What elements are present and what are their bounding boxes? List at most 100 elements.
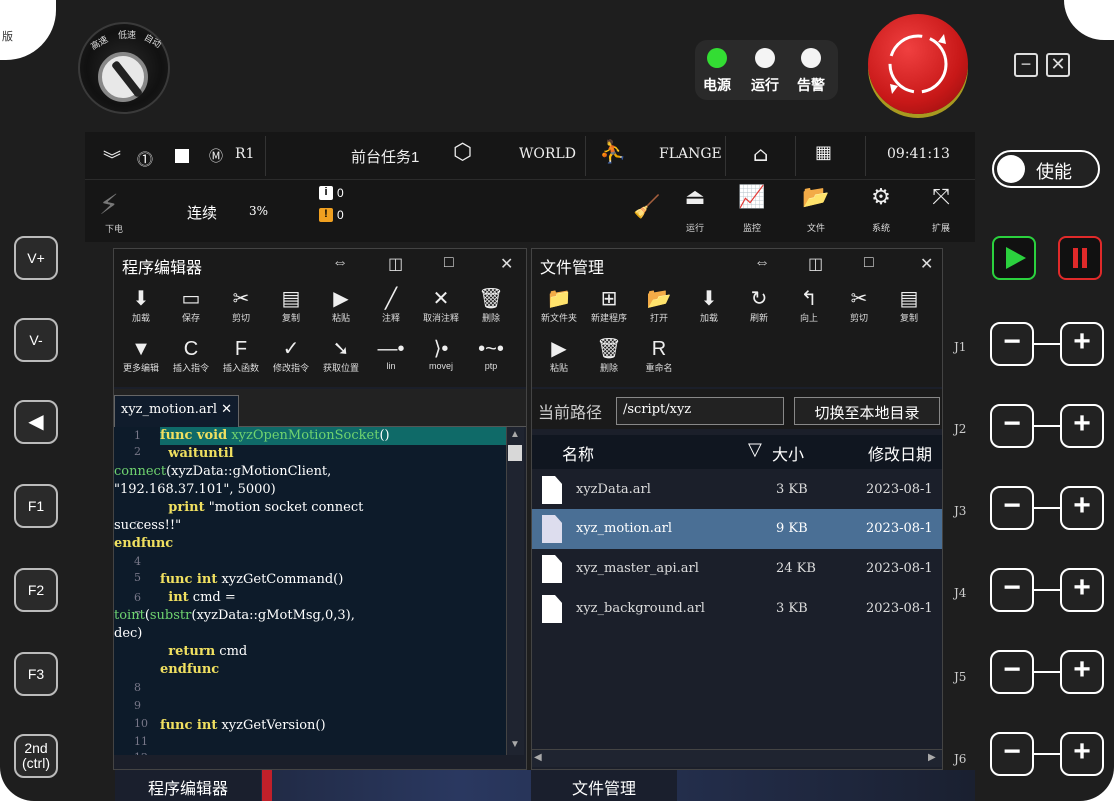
ptp-tool[interactable]: •~• ptp xyxy=(468,337,514,371)
comment-tool[interactable]: ╱ 注释 xyxy=(368,287,414,324)
uncomment-tool[interactable]: ✕ 取消注释 xyxy=(418,287,464,324)
run-program-icon[interactable]: ⏏ xyxy=(681,184,709,214)
editor-close-icon[interactable]: ✕ xyxy=(500,254,513,274)
column-name[interactable]: 名称 xyxy=(562,441,594,465)
sort-icon[interactable]: ▽ xyxy=(748,439,762,460)
second-ctrl-button[interactable]: 2nd (ctrl) xyxy=(14,734,58,778)
j6-minus-button[interactable]: − xyxy=(990,732,1034,776)
refresh-tool[interactable]: ↻ 刷新 xyxy=(736,287,782,324)
j6-plus-button[interactable]: + xyxy=(1060,732,1104,776)
tool-frame[interactable]: FLANGE xyxy=(659,146,722,162)
j5-plus-button[interactable]: + xyxy=(1060,650,1104,694)
pause-button[interactable] xyxy=(1058,236,1102,280)
toolbar-system-label[interactable]: 系统 xyxy=(861,221,901,234)
file-row[interactable]: xyzData.arl 3 KB 2023-08-1 xyxy=(532,470,942,510)
files-close-icon[interactable]: ✕ xyxy=(920,254,933,274)
run-button[interactable] xyxy=(992,236,1036,280)
lin-tool[interactable]: —• lin xyxy=(368,337,414,371)
scroll-down-icon[interactable]: ▼ xyxy=(508,739,522,753)
j4-plus-button[interactable]: + xyxy=(1060,568,1104,612)
coord-frame[interactable]: WORLD xyxy=(519,146,576,162)
folder-icon[interactable]: 📂 xyxy=(802,184,830,214)
files-split-icon[interactable]: ◫ xyxy=(808,254,823,274)
toolbar-extend-label[interactable]: 扩展 xyxy=(921,221,961,234)
speed-value[interactable]: 3% xyxy=(249,204,268,218)
speed-up-button[interactable]: V+ xyxy=(14,236,58,280)
emergency-stop-button[interactable] xyxy=(868,14,968,114)
editor-split-icon[interactable]: ◫ xyxy=(388,254,403,274)
task-name[interactable]: 前台任务1 xyxy=(351,146,419,167)
manual-icon[interactable]: Ⓜ xyxy=(209,146,223,166)
files-maximize-icon[interactable]: □ xyxy=(864,254,874,272)
load-tool[interactable]: ⬇ 加载 xyxy=(118,287,164,324)
files-swap-icon[interactable]: ⇔ xyxy=(754,254,770,272)
scroll-up-icon[interactable]: ▲ xyxy=(508,429,522,443)
connection-icon[interactable]: ⌂ xyxy=(753,142,768,166)
robot-name[interactable]: R1 xyxy=(235,146,254,162)
clean-icon[interactable]: 🧹 xyxy=(633,194,661,224)
editor-swap-icon[interactable]: ⇔ xyxy=(332,254,348,272)
collapse-icon[interactable]: ︾ xyxy=(103,146,121,172)
toolbar-monitor-label[interactable]: 监控 xyxy=(732,221,772,234)
get-position-tool[interactable]: ➘ 获取位置 xyxy=(318,337,364,374)
enable-toggle[interactable]: 使能 xyxy=(992,150,1100,188)
files-cut-tool[interactable]: ✂ 剪切 xyxy=(836,287,882,324)
scroll-thumb[interactable] xyxy=(508,445,522,461)
run-mode[interactable]: 连续 xyxy=(187,202,217,223)
rename-tool[interactable]: R 重命名 xyxy=(636,337,682,374)
scroll-left-icon[interactable]: ◀ xyxy=(534,752,542,763)
mode-selector-knob[interactable]: 高速 低速 自动 xyxy=(78,22,170,114)
toolbar-file-label[interactable]: 文件 xyxy=(796,221,836,234)
f2-button[interactable]: F2 xyxy=(14,568,58,612)
open-tool[interactable]: 📂 打开 xyxy=(636,287,682,324)
monitor-icon[interactable]: 📈 xyxy=(738,184,766,214)
column-date[interactable]: 修改日期 xyxy=(868,441,932,465)
movej-tool[interactable]: ⟩• movej xyxy=(418,337,464,371)
j1-plus-button[interactable]: + xyxy=(1060,322,1104,366)
expand-icon[interactable]: ⤧ xyxy=(927,184,955,214)
back-button[interactable]: ◀ xyxy=(14,400,58,444)
minimize-button[interactable]: − xyxy=(1014,53,1038,77)
paste-tool[interactable]: ▶ 粘贴 xyxy=(318,287,364,324)
j1-minus-button[interactable]: − xyxy=(990,322,1034,366)
f3-button[interactable]: F3 xyxy=(14,652,58,696)
editor-maximize-icon[interactable]: □ xyxy=(444,254,454,272)
taskbar-files-tab[interactable]: 文件管理 xyxy=(531,770,677,801)
cycle-icon[interactable]: ⓵ xyxy=(137,146,153,170)
files-hscrollbar[interactable]: ◀ ▶ xyxy=(532,749,942,767)
taskbar-editor-tab[interactable]: 程序编辑器 xyxy=(115,770,261,801)
modify-cmd-tool[interactable]: ✓ 修改指令 xyxy=(268,337,314,374)
j2-plus-button[interactable]: + xyxy=(1060,404,1104,448)
cut-tool[interactable]: ✂ 剪切 xyxy=(218,287,264,324)
up-tool[interactable]: ↰ 向上 xyxy=(786,287,832,324)
save-tool[interactable]: ▭ 保存 xyxy=(168,287,214,324)
file-row-selected[interactable]: xyz_motion.arl 9 KB 2023-08-1 xyxy=(532,509,942,549)
editor-scrollbar[interactable]: ▲ ▼ xyxy=(506,427,524,755)
insert-cmd-tool[interactable]: C 插入指令 xyxy=(168,337,214,374)
system-icon[interactable]: ⚙ xyxy=(867,184,895,214)
insert-func-tool[interactable]: F 插入函数 xyxy=(218,337,264,374)
j3-plus-button[interactable]: + xyxy=(1060,486,1104,530)
j4-minus-button[interactable]: − xyxy=(990,568,1034,612)
path-input[interactable]: /script/xyz xyxy=(616,397,784,425)
column-size[interactable]: 大小 xyxy=(772,441,804,465)
copy-tool[interactable]: ▤ 复制 xyxy=(268,287,314,324)
tab-close-icon[interactable]: ✕ xyxy=(221,402,232,417)
keyboard-icon[interactable]: ▦ xyxy=(815,142,832,163)
editor-file-tab[interactable]: xyz_motion.arl ✕ xyxy=(114,395,240,427)
delete-tool[interactable]: 🗑 删除 xyxy=(468,287,514,324)
new-folder-tool[interactable]: 📁 新文件夹 xyxy=(536,287,582,324)
toolbar-run-label[interactable]: 运行 xyxy=(675,221,715,234)
j3-minus-button[interactable]: − xyxy=(990,486,1034,530)
speed-down-button[interactable]: V- xyxy=(14,318,58,362)
j5-minus-button[interactable]: − xyxy=(990,650,1034,694)
stop-icon[interactable] xyxy=(175,149,189,163)
new-program-tool[interactable]: ⊞ 新建程序 xyxy=(586,287,632,324)
files-load-tool[interactable]: ⬇ 加载 xyxy=(686,287,732,324)
files-delete-tool[interactable]: 🗑 删除 xyxy=(586,337,632,374)
code-area[interactable]: 1 2 3 4 5 6 7 8 9 10 11 12 func void xyz… xyxy=(114,427,506,755)
scroll-right-icon[interactable]: ▶ xyxy=(928,752,936,763)
files-paste-tool[interactable]: ▶ 粘贴 xyxy=(536,337,582,374)
file-row[interactable]: xyz_background.arl 3 KB 2023-08-1 xyxy=(532,589,942,629)
f1-button[interactable]: F1 xyxy=(14,484,58,528)
